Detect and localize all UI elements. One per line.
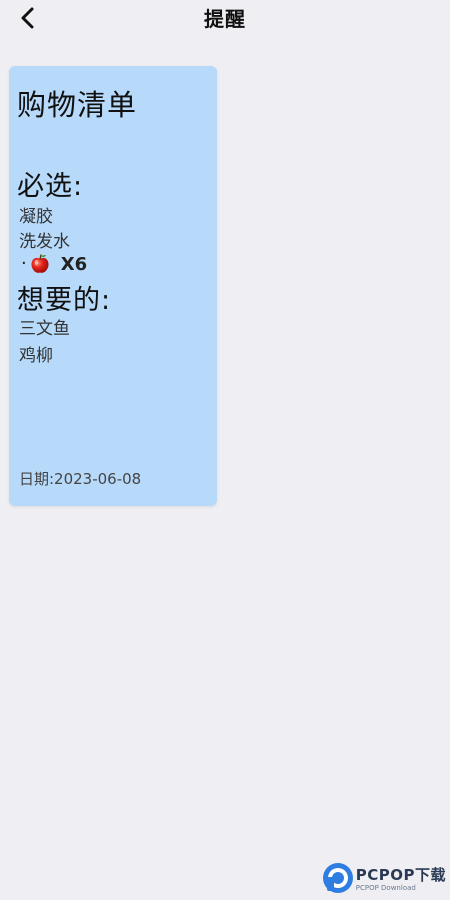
list-item: 鸡柳 bbox=[19, 346, 53, 366]
watermark-text: PCPOP下载 bbox=[355, 866, 446, 884]
pcpop-logo bbox=[322, 863, 353, 893]
quantity-label: X6 bbox=[60, 253, 88, 275]
page-title: 提醒 bbox=[204, 7, 246, 31]
watermark: PCPOP下载 PCPOP Download bbox=[322, 862, 446, 894]
list-item-apple: · X6 bbox=[21, 252, 87, 276]
list-item: 三文鱼 bbox=[19, 319, 70, 339]
note-card[interactable]: 购物清单 必选: 凝胶 洗发水 · X6 想要的: 三文鱼 鸡柳 日期:2023… bbox=[9, 66, 217, 506]
watermark-subtext: PCPOP Download bbox=[355, 884, 416, 892]
note-date: 日期:2023-06-08 bbox=[19, 470, 142, 488]
list-item: 洗发水 bbox=[19, 232, 70, 252]
list-item: 凝胶 bbox=[19, 207, 53, 227]
apple-icon bbox=[31, 254, 49, 273]
bullet-dot: · bbox=[21, 253, 27, 274]
top-bar: 提醒 bbox=[0, 0, 450, 40]
wanted-heading: 想要的: bbox=[17, 285, 112, 316]
note-title: 购物清单 bbox=[17, 88, 138, 122]
required-heading: 必选: bbox=[17, 171, 84, 202]
